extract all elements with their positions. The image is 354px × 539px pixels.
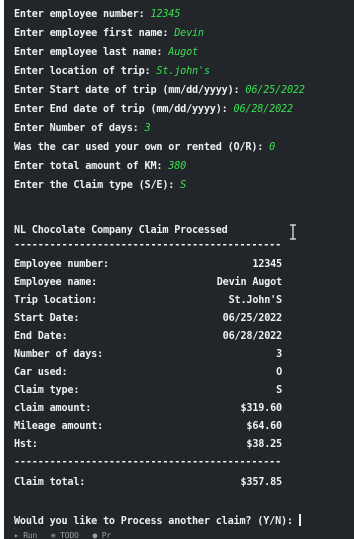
report-row-end-date: End Date: 06/28/2022 — [14, 330, 282, 344]
row-label: Number of days: — [14, 349, 104, 360]
report-row-hst: Hst: $38.25 — [14, 438, 282, 452]
prompt-end-date: Enter End date of trip (mm/dd/yyyy): 06/… — [14, 103, 293, 117]
report-row-claim-amount: claim amount: $319.60 — [14, 402, 282, 416]
report-row-car-used: Car used: O — [14, 366, 282, 380]
prompt-first-name: Enter employee first name: Devin — [14, 27, 204, 41]
report-row-employee-number: Employee number: 12345 — [14, 258, 282, 272]
row-label: Claim type: — [14, 385, 80, 396]
status-bar[interactable]: ▸ Run ≡ TODO ● Pr — [14, 531, 111, 539]
divider: ----------------------------------------… — [14, 457, 282, 468]
row-label: Start Date: — [14, 313, 80, 324]
prompt-label: Enter location of trip: — [14, 66, 157, 77]
prompt-input-value: 06/25/2022 — [245, 85, 305, 96]
report-row-mileage-amount: Mileage amount: $64.60 — [14, 420, 282, 434]
report-row-claim-total: Claim total: $357.85 — [14, 476, 282, 490]
prompt-last-name: Enter employee last name: Augot — [14, 46, 198, 60]
report-row-start-date: Start Date: 06/25/2022 — [14, 312, 282, 326]
prompt-total-km: Enter total amount of KM: 380 — [14, 160, 186, 174]
prompt-label: Was the car used your own or rented (O/R… — [14, 142, 270, 153]
text-cursor — [298, 514, 301, 526]
row-label: Employee name: — [14, 277, 98, 288]
row-value: 3 — [276, 349, 282, 360]
row-value: O — [276, 367, 282, 378]
row-value: S — [276, 385, 282, 396]
prompt-input-value: S — [180, 180, 187, 191]
terminal-output[interactable]: Enter employee number: 12345 Enter emplo… — [4, 0, 354, 539]
prompt-input-value: 3 — [144, 123, 151, 134]
row-value: 06/25/2022 — [222, 313, 283, 324]
row-value: 06/28/2022 — [222, 331, 283, 342]
prompt-input-value: St.john's — [156, 66, 210, 77]
prompt-label: Enter Start date of trip (mm/dd/yyyy): — [14, 85, 246, 96]
prompt-label: Enter Number of days: — [14, 123, 145, 134]
ibeam-cursor-icon — [290, 224, 296, 240]
row-value: St.John'S — [228, 295, 283, 306]
prompt-input-value: Augot — [168, 47, 198, 58]
prompt-label: Enter employee first name: — [14, 28, 175, 39]
prompt-location: Enter location of trip: St.john's — [14, 65, 210, 79]
report-row-employee-name: Employee name: Devin Augot — [14, 276, 282, 290]
divider: ----------------------------------------… — [14, 240, 282, 251]
row-label: Claim total: — [14, 477, 86, 488]
prompt-input-value: 380 — [168, 161, 187, 172]
row-label: Trip location: — [14, 295, 98, 306]
report-row-trip-location: Trip location: St.John'S — [14, 294, 282, 308]
prompt-claim-type: Enter the Claim type (S/E): S — [14, 179, 186, 193]
prompt-input-value: Devin — [174, 28, 204, 39]
row-value: $38.25 — [246, 439, 282, 450]
row-value: $357.85 — [240, 477, 282, 488]
row-value: 12345 — [252, 259, 282, 270]
prompt-input-value: 0 — [269, 142, 276, 153]
prompt-start-date: Enter Start date of trip (mm/dd/yyyy): 0… — [14, 84, 305, 98]
prompt-label: Enter End date of trip (mm/dd/yyyy): — [14, 104, 234, 115]
prompt-input-value: 06/28/2022 — [233, 104, 294, 115]
prompt-car-used: Was the car used your own or rented (O/R… — [14, 141, 275, 155]
prompt-label: Enter total amount of KM: — [14, 161, 169, 172]
row-value: $64.60 — [246, 421, 282, 432]
row-label: Mileage amount: — [14, 421, 104, 432]
report-row-number-of-days: Number of days: 3 — [14, 348, 282, 362]
prompt-number-of-days: Enter Number of days: 3 — [14, 122, 151, 136]
report-row-claim-type: Claim type: S — [14, 384, 282, 398]
row-label: Hst: — [14, 439, 38, 450]
row-label: Car used: — [14, 367, 68, 378]
row-label: End Date: — [14, 331, 68, 342]
row-label: Employee number: — [14, 259, 109, 270]
row-value: Devin Augot — [216, 277, 282, 288]
prompt-label: Enter employee last name: — [14, 47, 169, 58]
final-prompt[interactable]: Would you like to Process another claim?… — [14, 512, 301, 527]
report-title: NL Chocolate Company Claim Processed — [14, 225, 228, 236]
row-label: claim amount: — [14, 403, 92, 414]
final-prompt-text: Would you like to Process another claim?… — [14, 516, 299, 527]
prompt-employee-number: Enter employee number: 12345 — [14, 8, 180, 22]
prompt-input-value: 12345 — [150, 9, 181, 20]
prompt-label: Enter employee number: — [14, 9, 151, 20]
prompt-label: Enter the Claim type (S/E): — [14, 180, 181, 191]
row-value: $319.60 — [240, 403, 282, 414]
